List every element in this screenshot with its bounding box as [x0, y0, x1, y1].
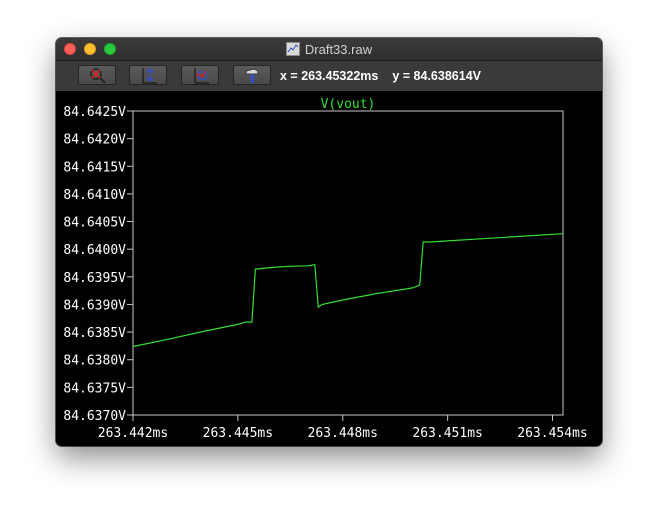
autorange-y-button[interactable]	[129, 65, 167, 85]
y-tick-label: 84.6400V	[63, 243, 126, 258]
cursor-readout: x = 263.45322ms y = 84.638614V	[280, 69, 495, 83]
plot-frame	[132, 110, 564, 416]
zoom-out-icon	[90, 68, 106, 84]
y-tick-label: 84.6385V	[63, 326, 126, 341]
cursor-y-readout: y = 84.638614V	[392, 69, 481, 83]
y-tick-label: 84.6415V	[63, 160, 126, 175]
y-tick-label: 84.6425V	[63, 105, 126, 120]
waveform-plot[interactable]: 84.6370V 84.6375V 84.6380V 84.6385V 84.6390V…	[56, 91, 602, 446]
zoom-fit-icon	[194, 68, 209, 84]
window-title: Draft33.raw	[304, 41, 373, 57]
y-tick-label: 84.6395V	[63, 271, 126, 286]
autorange-y-icon	[142, 67, 157, 84]
zoom-fit-button[interactable]	[181, 65, 219, 85]
y-tick-label: 84.6375V	[63, 381, 126, 396]
x-tick-label: 263.448ms	[308, 426, 378, 441]
plot-area[interactable]: 84.6370V 84.6375V 84.6380V 84.6385V 84.6390V…	[56, 91, 602, 446]
waveform-document-icon	[285, 42, 300, 56]
x-tick-label: 263.445ms	[203, 426, 273, 441]
zoom-out-button[interactable]	[78, 65, 116, 85]
toolbar: x = 263.45322ms y = 84.638614V	[56, 61, 602, 91]
x-axis: 263.442ms 263.445ms 263.448ms 263.451ms 263.…	[98, 415, 588, 441]
trace-name-label[interactable]: V(vout)	[321, 97, 376, 112]
y-tick-label: 84.6410V	[63, 188, 126, 203]
hammer-button[interactable]	[233, 65, 271, 85]
x-tick-label: 263.451ms	[412, 426, 482, 441]
cursor-x-readout: x = 263.45322ms	[280, 69, 379, 83]
title-bar[interactable]: Draft33.raw	[56, 38, 602, 61]
y-axis: 84.6370V 84.6375V 84.6380V 84.6385V 84.6390V…	[63, 105, 133, 424]
hammer-icon	[245, 68, 259, 83]
y-tick-label: 84.6405V	[63, 216, 126, 231]
trace-vout	[132, 233, 564, 348]
y-tick-label: 84.6380V	[63, 354, 126, 369]
y-tick-label: 84.6370V	[63, 409, 126, 424]
title-wrap: Draft33.raw	[56, 38, 602, 60]
waveform-window: Draft33.raw x = 263.45322ms y = 84.63861…	[56, 38, 602, 446]
x-tick-label: 263.442ms	[98, 426, 168, 441]
x-tick-label: 263.454ms	[517, 426, 587, 441]
y-tick-label: 84.6420V	[63, 133, 126, 148]
y-tick-label: 84.6390V	[63, 298, 126, 313]
